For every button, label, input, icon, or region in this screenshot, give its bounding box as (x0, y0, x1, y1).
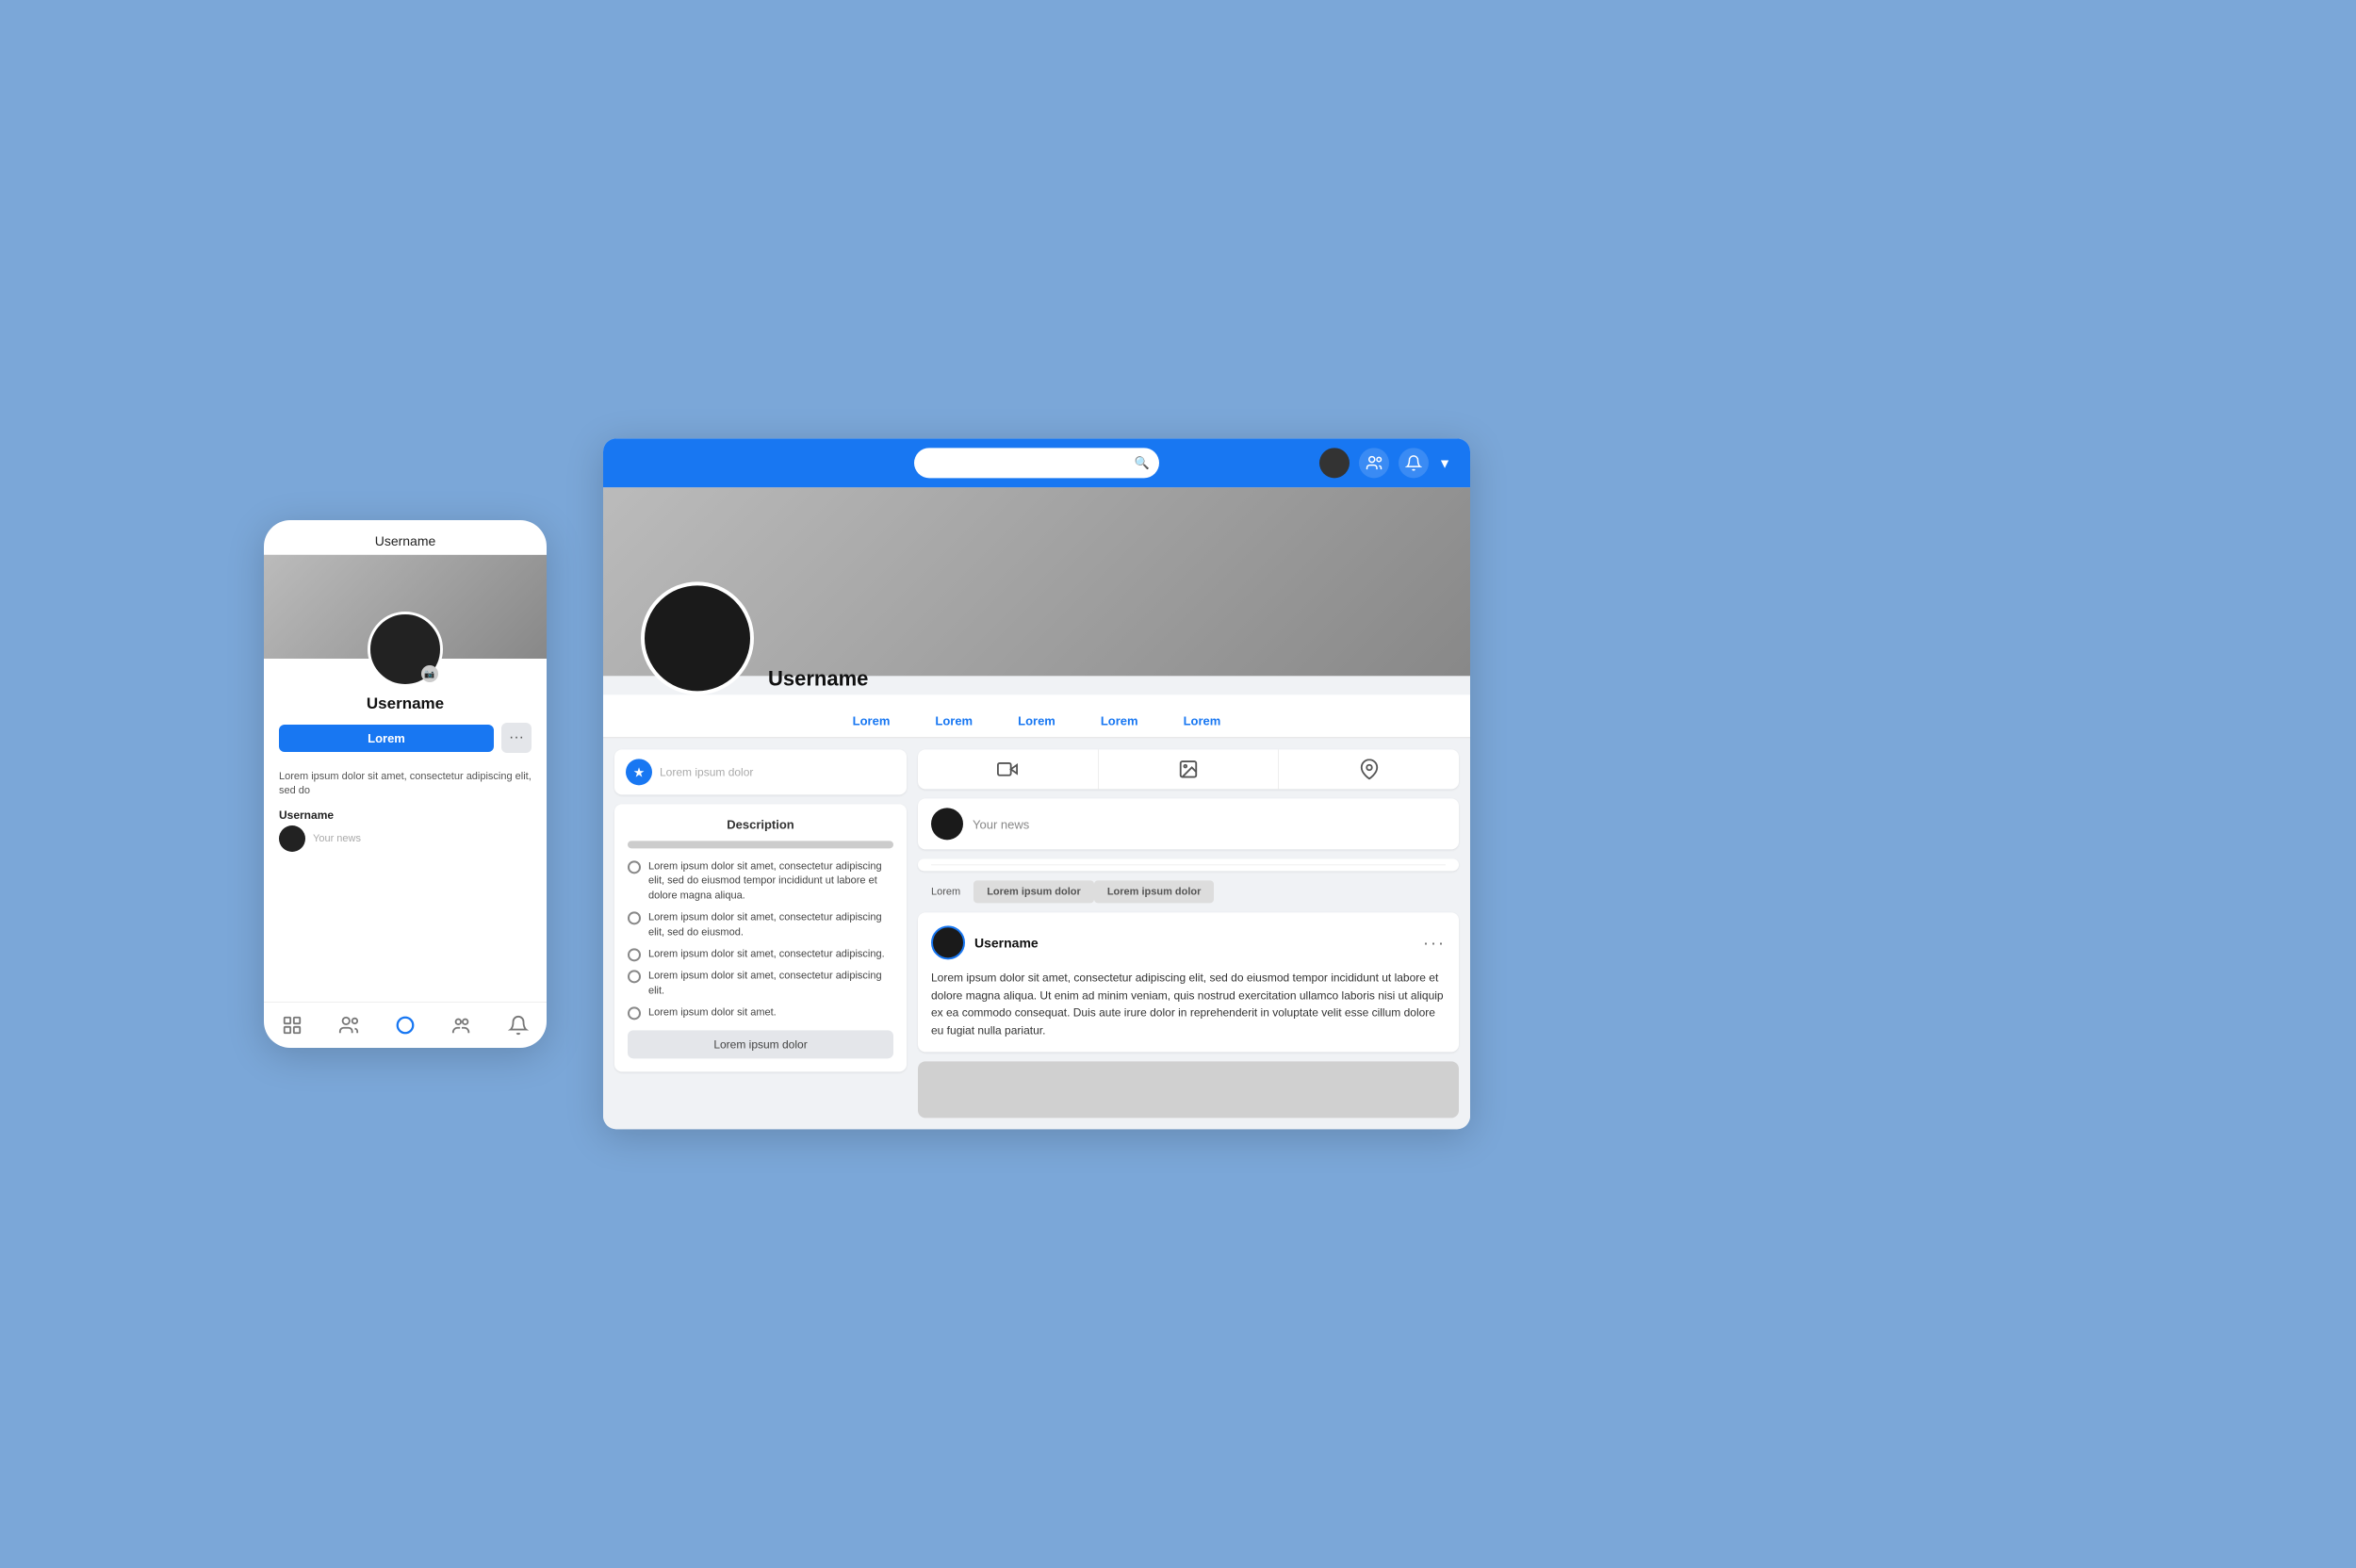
desktop-news-placeholder: Your news (973, 817, 1029, 831)
nav-home[interactable] (275, 1012, 309, 1038)
post-card-avatar (931, 925, 965, 959)
topbar-avatar[interactable] (1319, 448, 1350, 478)
mobile-news-avatar (279, 825, 305, 852)
desc-item-2: Lorem ipsum dolor sit amet, consectetur … (628, 947, 893, 961)
mobile-bio: Lorem ipsum dolor sit amet, consectetur … (264, 762, 547, 803)
desc-item-4: Lorem ipsum dolor sit amet. (628, 1005, 893, 1020)
filter-tab-default[interactable]: Lorem (918, 880, 973, 903)
filter-tabs: Lorem Lorem ipsum dolor Lorem ipsum dolo… (918, 880, 1459, 903)
desktop-mockup: 🔍 ▼ Username (603, 438, 1470, 1129)
desktop-left-column: ★ Lorem ipsum dolor Description Lorem ip… (614, 749, 907, 1118)
desc-item-3: Lorem ipsum dolor sit amet, consectetur … (628, 970, 893, 999)
desktop-search-bar[interactable]: 🔍 (914, 448, 1159, 478)
desktop-profile-nav: Lorem Lorem Lorem Lorem Lorem (603, 694, 1470, 738)
post-card: Username ··· Lorem ipsum dolor sit amet,… (918, 912, 1459, 1052)
desc-item-0: Lorem ipsum dolor sit amet, consectetur … (628, 859, 893, 903)
desc-item-1: Lorem ipsum dolor sit amet, consectetur … (628, 910, 893, 939)
filter-tab-2[interactable]: Lorem ipsum dolor (1094, 880, 1215, 903)
camera-icon[interactable]: 📷 (421, 665, 438, 682)
desktop-news-input[interactable]: Your news (918, 798, 1459, 849)
mobile-header-title: Username (264, 520, 547, 555)
post-card-header: Username ··· (931, 925, 1446, 959)
description-more-button[interactable]: Lorem ipsum dolor (628, 1030, 893, 1058)
desktop-cover-photo: Username (603, 487, 1470, 676)
right-bottom-placeholder (918, 1062, 1459, 1119)
description-title: Description (628, 817, 893, 831)
desc-bullet-3 (628, 971, 641, 984)
profile-tab-4[interactable]: Lorem (1161, 704, 1244, 737)
mobile-cover-photo: 📷 (264, 555, 547, 659)
media-tab-video[interactable] (918, 749, 1099, 789)
desc-bullet-0 (628, 860, 641, 874)
topbar-icons: ▼ (1319, 448, 1451, 478)
profile-tab-3[interactable]: Lorem (1078, 704, 1161, 737)
desc-bullet-1 (628, 911, 641, 924)
mobile-more-button[interactable]: ··· (501, 723, 532, 753)
profile-tab-0[interactable]: Lorem (830, 704, 913, 737)
desktop-profile-name: Username (768, 666, 868, 691)
mobile-primary-button[interactable]: Lorem (279, 725, 494, 752)
post-input-box[interactable]: ★ Lorem ipsum dolor (614, 749, 907, 794)
mobile-mockup: Username 📷 Username Lorem ··· Lorem ipsu… (264, 520, 547, 1048)
mobile-news-input[interactable]: Your news (279, 825, 532, 852)
post-card-user: Username (931, 925, 1039, 959)
media-tabs (918, 749, 1459, 789)
nav-people[interactable] (332, 1012, 366, 1038)
profile-tab-2[interactable]: Lorem (995, 704, 1078, 737)
mobile-news-placeholder: Your news (313, 833, 361, 844)
mobile-news-section: Username Your news (264, 803, 547, 858)
profile-tab-1[interactable]: Lorem (912, 704, 995, 737)
description-box: Description Lorem ipsum dolor sit amet, … (614, 804, 907, 1071)
desktop-topbar: 🔍 ▼ (603, 438, 1470, 487)
mobile-avatar: 📷 (368, 612, 443, 687)
post-star-icon: ★ (626, 759, 652, 785)
topbar-chevron-icon[interactable]: ▼ (1438, 455, 1451, 470)
desktop-news-avatar (931, 808, 963, 840)
desc-bullet-2 (628, 948, 641, 961)
news-divider (931, 864, 1446, 865)
desc-bullet-4 (628, 1006, 641, 1020)
topbar-notifications-icon[interactable] (1399, 448, 1429, 478)
desktop-main-content: ★ Lorem ipsum dolor Description Lorem ip… (603, 738, 1470, 1129)
description-bar (628, 841, 893, 848)
search-icon: 🔍 (1135, 455, 1150, 470)
nav-notifications[interactable] (501, 1012, 535, 1038)
desktop-profile-avatar (641, 581, 754, 694)
topbar-people-icon[interactable] (1359, 448, 1389, 478)
post-more-button[interactable]: ··· (1423, 933, 1446, 953)
mobile-actions: Lorem ··· (279, 723, 532, 753)
mobile-username: Username (367, 694, 444, 713)
post-input-placeholder: Lorem ipsum dolor (660, 765, 753, 778)
desktop-right-column: Your news Lorem Lorem ipsum dolor Lorem … (918, 749, 1459, 1118)
search-input[interactable] (924, 456, 1129, 470)
mobile-bottom-nav (264, 1002, 547, 1048)
media-tab-photo[interactable] (1099, 749, 1280, 789)
filter-tab-1[interactable]: Lorem ipsum dolor (973, 880, 1094, 903)
post-card-text: Lorem ipsum dolor sit amet, consectetur … (931, 969, 1446, 1038)
nav-groups[interactable] (445, 1012, 479, 1038)
post-card-username: Username (974, 935, 1039, 950)
mobile-news-username-label: Username (279, 808, 532, 822)
nav-home-active[interactable] (388, 1012, 422, 1038)
media-tab-location[interactable] (1279, 749, 1459, 789)
